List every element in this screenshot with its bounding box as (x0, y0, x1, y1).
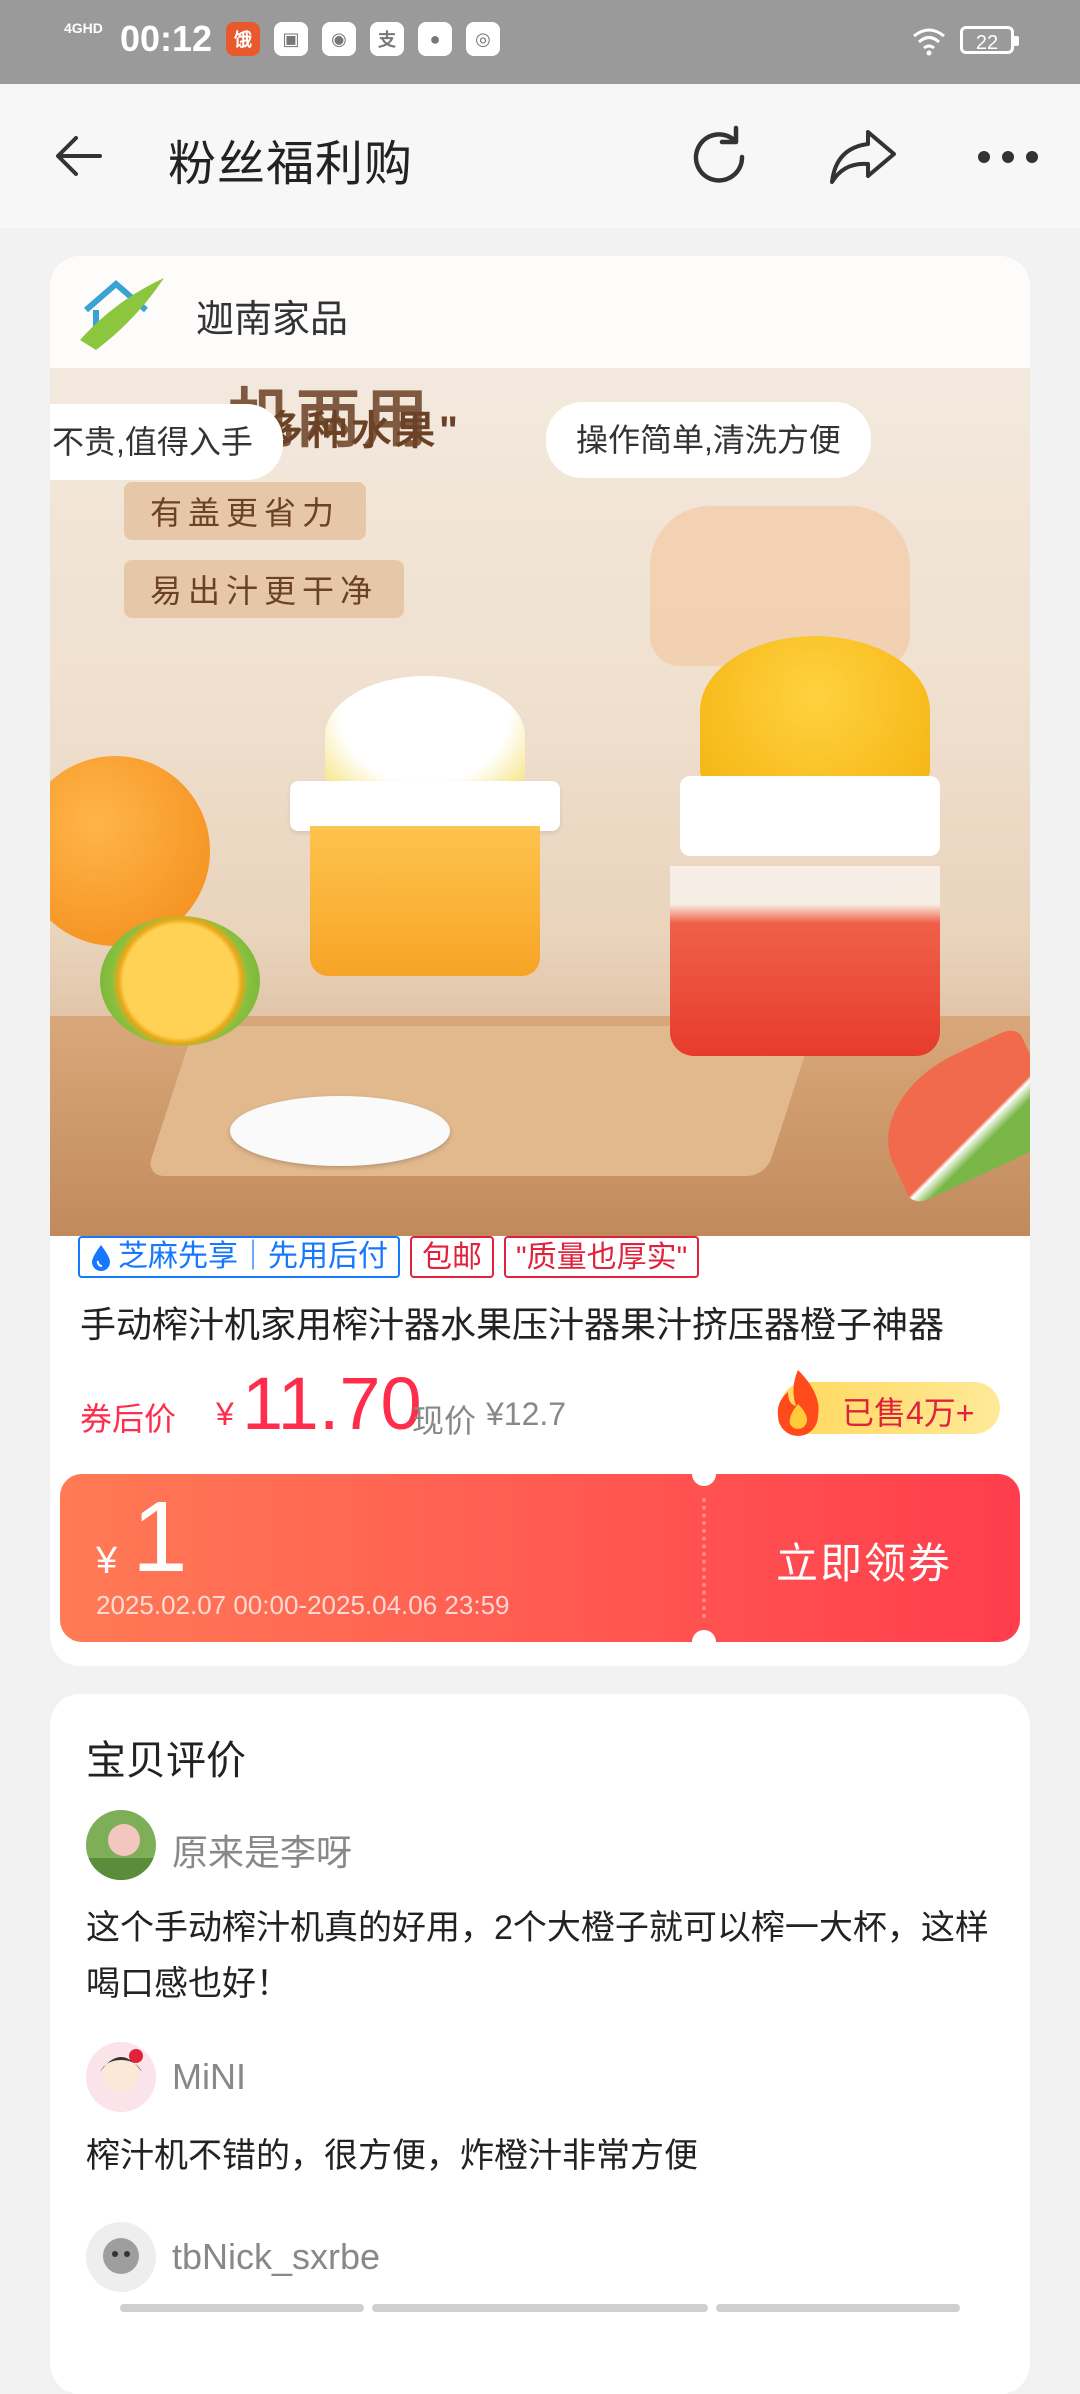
back-arrow-icon[interactable] (50, 126, 110, 186)
carousel-indicators (120, 2304, 960, 2312)
share-icon[interactable] (828, 126, 898, 188)
price-row: 券后价 ¥ 11.70 现价 ¥12.7 已售4万+ (80, 1364, 1030, 1444)
strainer-graphic (230, 1096, 450, 1166)
image-tag-lid: 有盖更省力 (124, 482, 367, 540)
review-username: 原来是李呀 (172, 1832, 353, 1873)
flame-icon (777, 1370, 819, 1436)
quality-badge: "质量也厚实" (504, 1236, 700, 1278)
avatar (86, 2042, 156, 2112)
review-username: tbNick_sxrbe (172, 2236, 381, 2277)
eleme-app-icon: 饿 (226, 22, 260, 56)
claim-coupon-button[interactable]: 立即领券 (776, 1530, 952, 1591)
zhima-badge-label: 芝麻先享｜先用后付 (118, 1240, 388, 1273)
status-bar: 4GHD 00:12 饿 ▣ ◉ 支 ● ◎ 22 (0, 0, 1080, 84)
avatar (86, 2222, 156, 2292)
coupon-price: 11.70 (242, 1362, 422, 1445)
notification-icons: 饿 ▣ ◉ 支 ● ◎ (226, 22, 500, 56)
coupon-notch-top (692, 1474, 716, 1486)
refresh-icon[interactable] (686, 124, 752, 190)
coupon-card[interactable]: ¥ 1 2025.02.07 00:00-2025.04.06 23:59 立即… (60, 1474, 1020, 1642)
juicer-orange-graphic (280, 676, 570, 976)
product-image[interactable]: 一机两用 "可榨多种水果" 用不贵,值得入手 操作简单,清洗方便 有盖更省力 易… (50, 256, 1030, 1236)
message-app-icon: ● (418, 22, 452, 56)
sold-count: 已售4万+ (842, 1395, 975, 1431)
map-app-icon: ◎ (466, 22, 500, 56)
jovi-app-icon: ◉ (322, 22, 356, 56)
zhima-badge: 芝麻先享｜先用后付 (78, 1236, 400, 1278)
bud-app-icon: ▣ (274, 22, 308, 56)
wifi-icon (913, 28, 945, 56)
image-pill-left: 用不贵,值得入手 (50, 404, 283, 480)
image-tag-clean: 易出汁更干净 (124, 560, 405, 618)
juicer-red-graphic (630, 636, 970, 1056)
battery-icon: 22 (960, 26, 1019, 54)
coupon-validity: 2025.02.07 00:00-2025.04.06 23:59 (96, 1590, 510, 1620)
coupon-currency: ¥ (96, 1540, 118, 1582)
product-title[interactable]: 手动榨汁机家用榨汁器水果压汁器果汁挤压器橙子神器 (80, 1296, 1000, 1348)
review-username: MiNI (172, 2056, 246, 2097)
reviews-section: 宝贝评价 原来是李呀 这个手动榨汁机真的好用，2个大橙子就可以榨一大杯，这样喝口… (50, 1694, 1030, 2394)
free-shipping-badge: 包邮 (410, 1236, 494, 1278)
store-name: 迦南家品 (196, 299, 349, 341)
badge-row: 芝麻先享｜先用后付 包邮 "质量也厚实" (78, 1236, 700, 1280)
coupon-notch-bottom (692, 1630, 716, 1642)
page-title: 粉丝福利购 (168, 138, 414, 191)
review-text: 榨汁机不错的，很方便，炸橙汁非常方便 (86, 2137, 698, 2175)
current-price: ¥12.7 (486, 1396, 567, 1432)
review-text: 这个手动榨汁机真的好用，2个大橙子就可以榨一大杯，这样喝口感也好！ (86, 1909, 989, 2003)
currency-symbol: ¥ (216, 1396, 234, 1432)
water-drop-icon (92, 1245, 110, 1271)
nav-bar: 粉丝福利购 (0, 84, 1080, 228)
coupon-value: 1 (132, 1481, 188, 1593)
sold-count-badge: 已售4万+ (777, 1370, 1000, 1436)
network-indicator: 4GHD (64, 20, 103, 36)
image-pill-right: 操作简单,清洗方便 (546, 402, 871, 478)
clock: 00:12 (120, 18, 213, 59)
store-header[interactable]: 迦南家品 (50, 256, 1030, 368)
more-icon[interactable] (976, 146, 1040, 168)
orange-half-graphic (100, 916, 260, 1046)
reviews-title: 宝贝评价 (86, 1739, 246, 1783)
store-logo-icon (80, 278, 164, 350)
alipay-app-icon: 支 (370, 22, 404, 56)
current-price-label: 现价 (412, 1403, 477, 1439)
avatar (86, 1810, 156, 1880)
coupon-divider (702, 1498, 706, 1618)
product-card[interactable]: 一机两用 "可榨多种水果" 用不贵,值得入手 操作简单,清洗方便 有盖更省力 易… (50, 256, 1030, 1666)
coupon-price-label: 券后价 (80, 1401, 177, 1437)
